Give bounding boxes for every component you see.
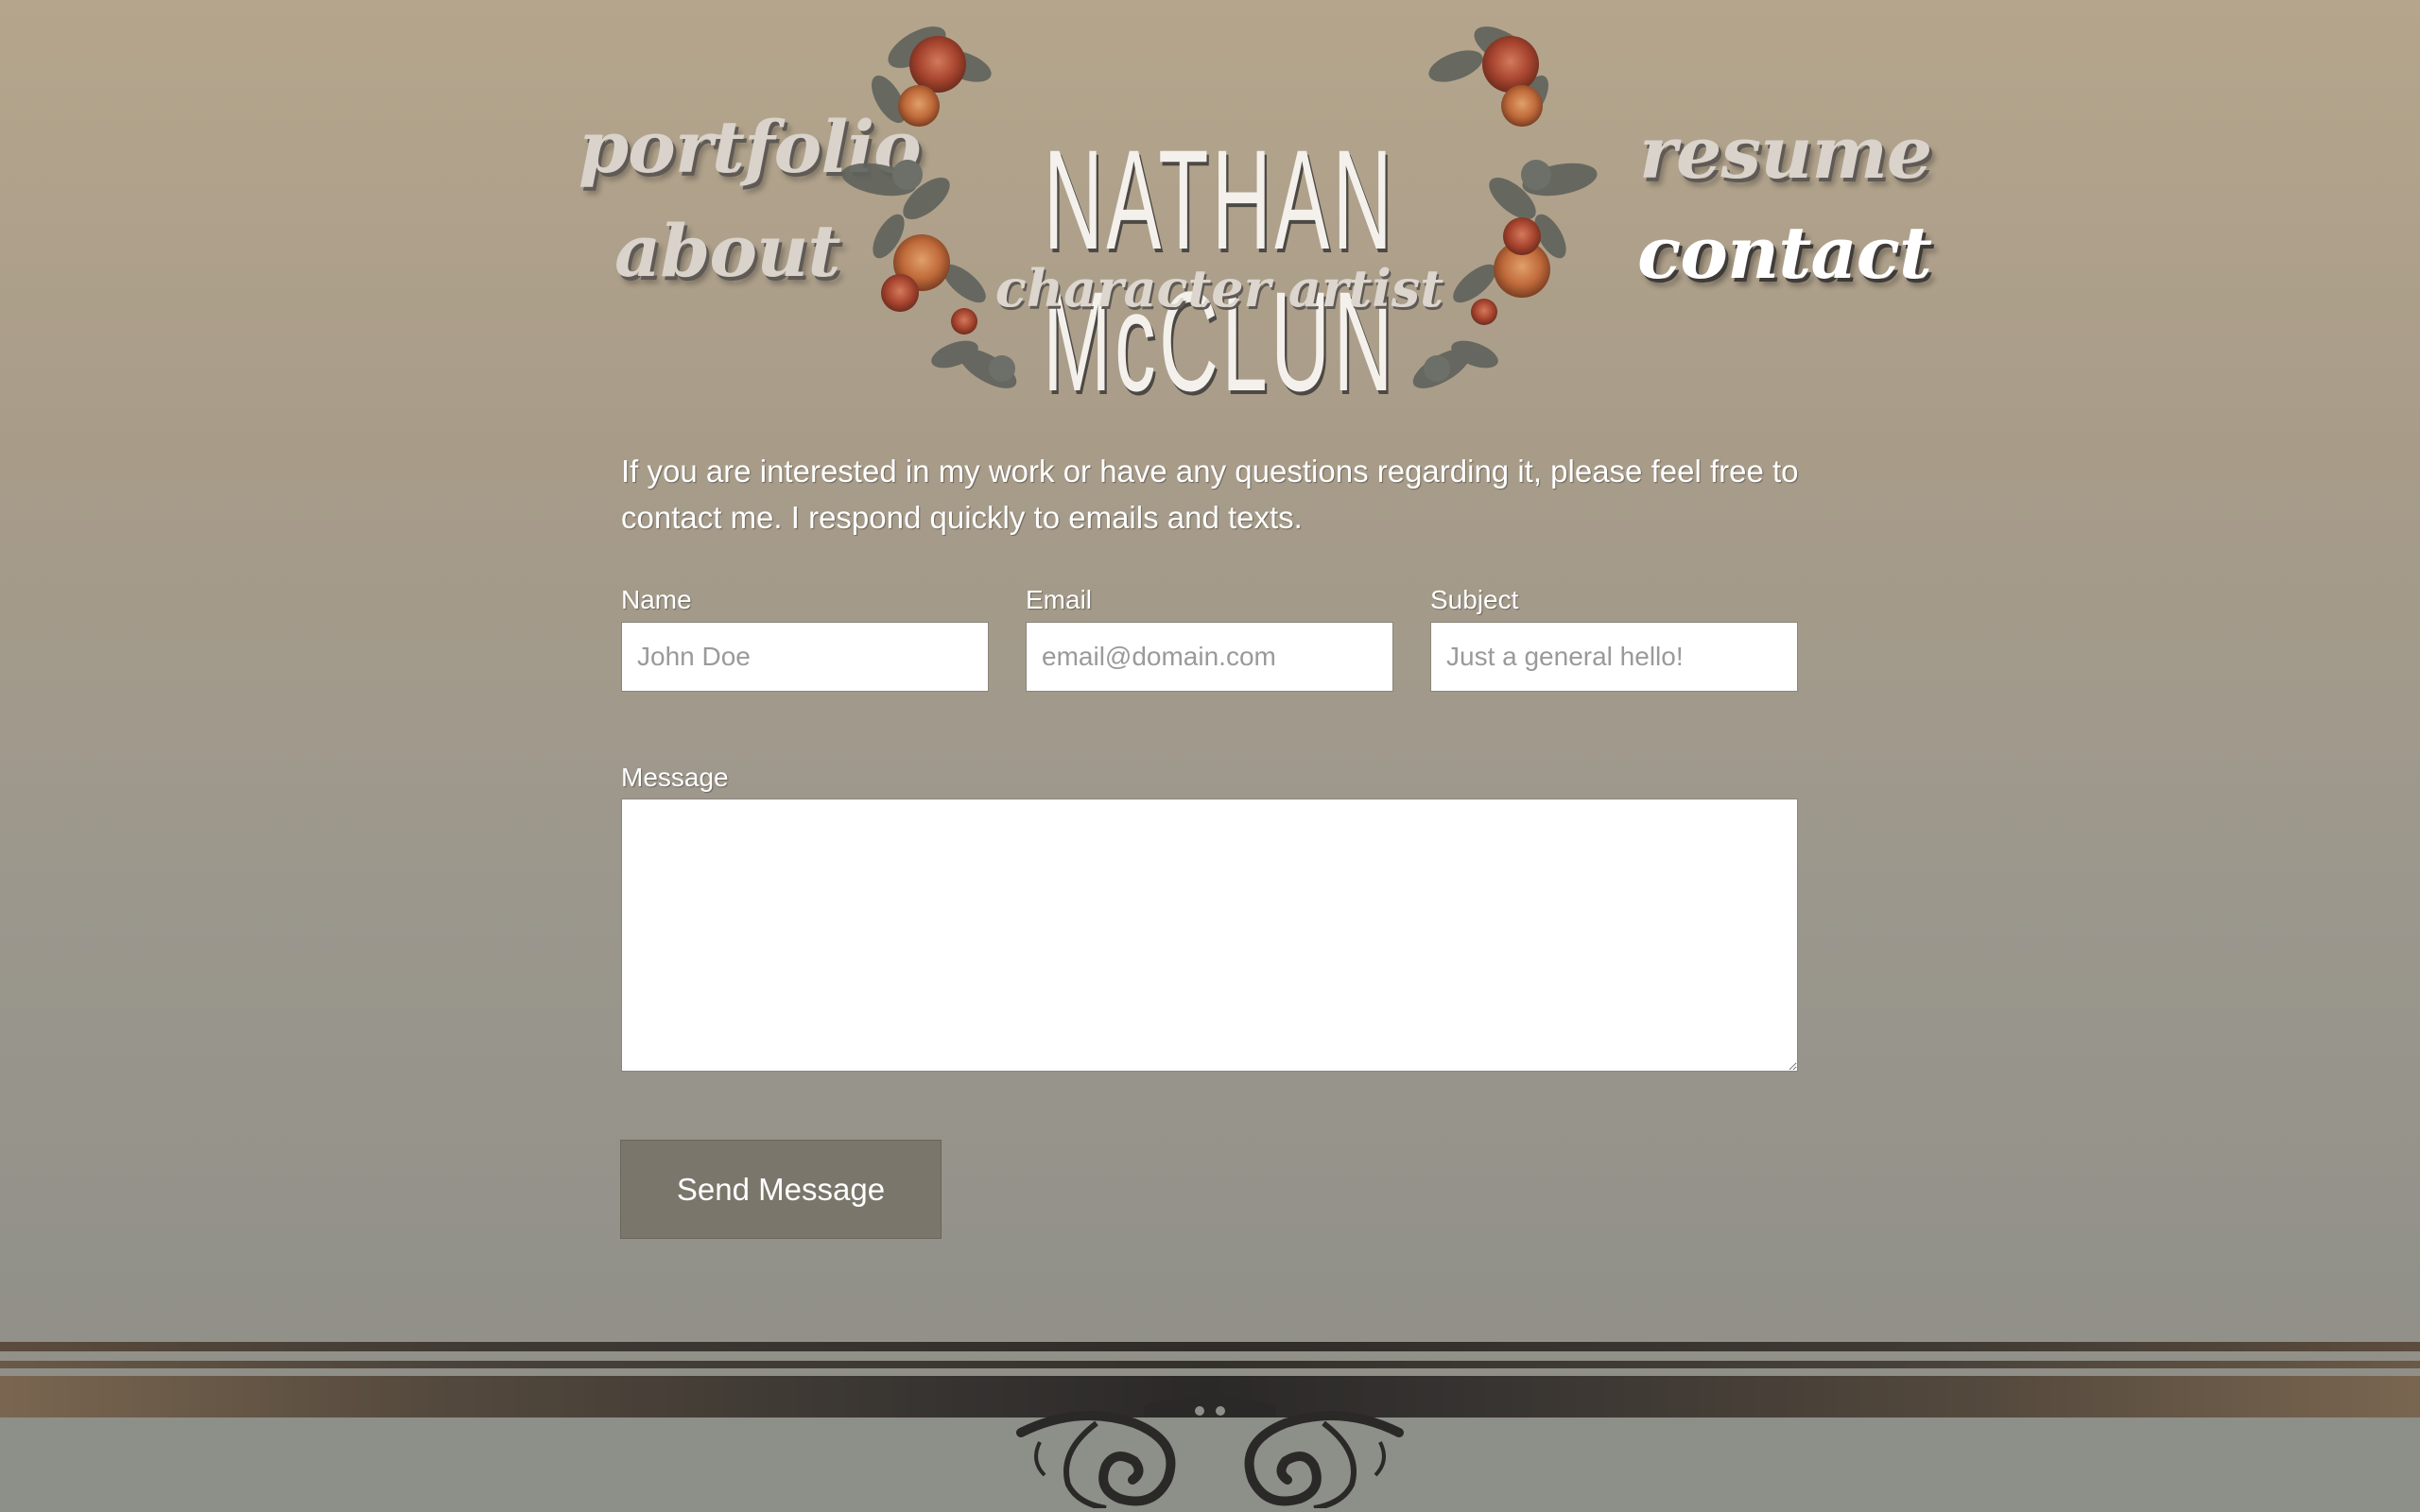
name-input[interactable] (621, 622, 989, 692)
nav-about-link[interactable]: about (614, 215, 840, 287)
email-input[interactable] (1026, 622, 1393, 692)
send-message-button[interactable]: Send Message (620, 1140, 942, 1239)
site-footer (0, 1338, 2420, 1512)
subject-label: Subject (1430, 585, 1519, 614)
footer-stripe (0, 1342, 2420, 1351)
scroll-ornament-icon (1016, 1396, 1404, 1508)
nav-resume-link[interactable]: resume (1639, 117, 1932, 189)
name-label: Name (621, 585, 692, 614)
nav-contact-link[interactable]: contact (1637, 217, 1932, 289)
logo-subtitle: character artist (994, 258, 1444, 318)
site-header: portfolio about NATHAN McCLUN character … (0, 0, 2420, 416)
message-label: Message (621, 763, 729, 792)
email-label: Email (1026, 585, 1093, 614)
contact-intro-text: If you are interested in my work or have… (621, 454, 1799, 535)
message-textarea[interactable] (621, 799, 1798, 1072)
site-logo[interactable]: NATHAN McCLUN character artist (832, 9, 1607, 412)
subject-input[interactable] (1430, 622, 1798, 692)
